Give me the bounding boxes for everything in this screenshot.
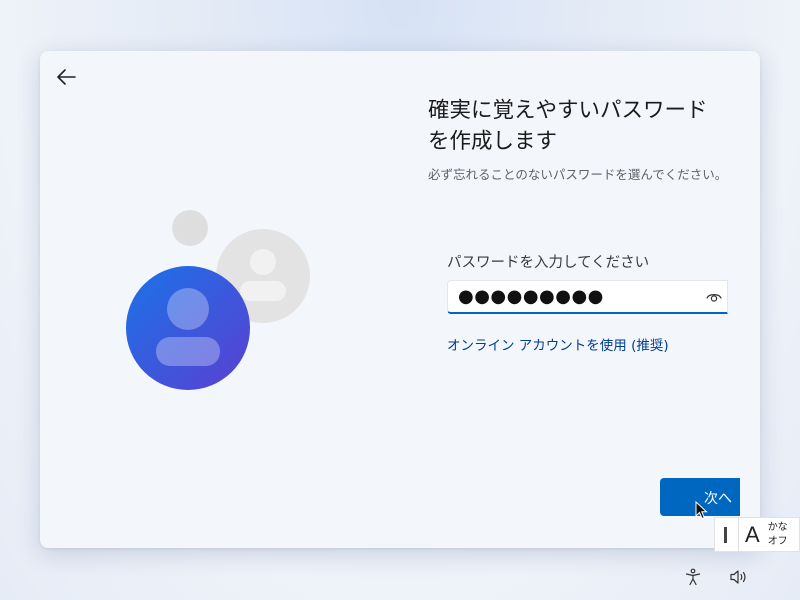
- eye-icon: [706, 293, 722, 302]
- accessibility-button[interactable]: [682, 566, 704, 588]
- ime-kana-state[interactable]: かな オフ: [768, 521, 788, 549]
- back-button[interactable]: [52, 64, 80, 90]
- reveal-password-button[interactable]: [703, 286, 725, 308]
- password-field-label: パスワードを入力してください: [447, 255, 650, 271]
- ime-state-line1: かな: [767, 521, 788, 533]
- ime-toolbar: A かな オフ: [714, 517, 800, 552]
- ime-grip-handle[interactable]: [724, 526, 727, 543]
- user-accounts-illustration: [126, 210, 310, 390]
- online-account-link[interactable]: オンライン アカウントを使用 (推奨): [447, 334, 669, 354]
- password-value: ●●●●●●●●●: [458, 286, 604, 307]
- volume-icon: [730, 570, 746, 584]
- page-subtitle: 必ず忘れることのないパスワードを選んでください。: [428, 167, 728, 182]
- accessibility-icon: [685, 568, 701, 586]
- arrow-left-icon: [57, 69, 76, 85]
- password-input[interactable]: ●●●●●●●●●: [447, 280, 728, 314]
- page-title: 確実に覚えやすいパスワードを作成します: [428, 98, 708, 154]
- volume-button[interactable]: [728, 566, 750, 588]
- ime-divider: [738, 517, 739, 552]
- setup-dialog: 確実に覚えやすいパスワードを作成します 必ず忘れることのないパスワードを選んでく…: [40, 51, 760, 548]
- mouse-cursor-icon: [695, 501, 708, 520]
- ime-state-line2: オフ: [767, 535, 788, 547]
- ime-input-mode[interactable]: A: [745, 522, 760, 548]
